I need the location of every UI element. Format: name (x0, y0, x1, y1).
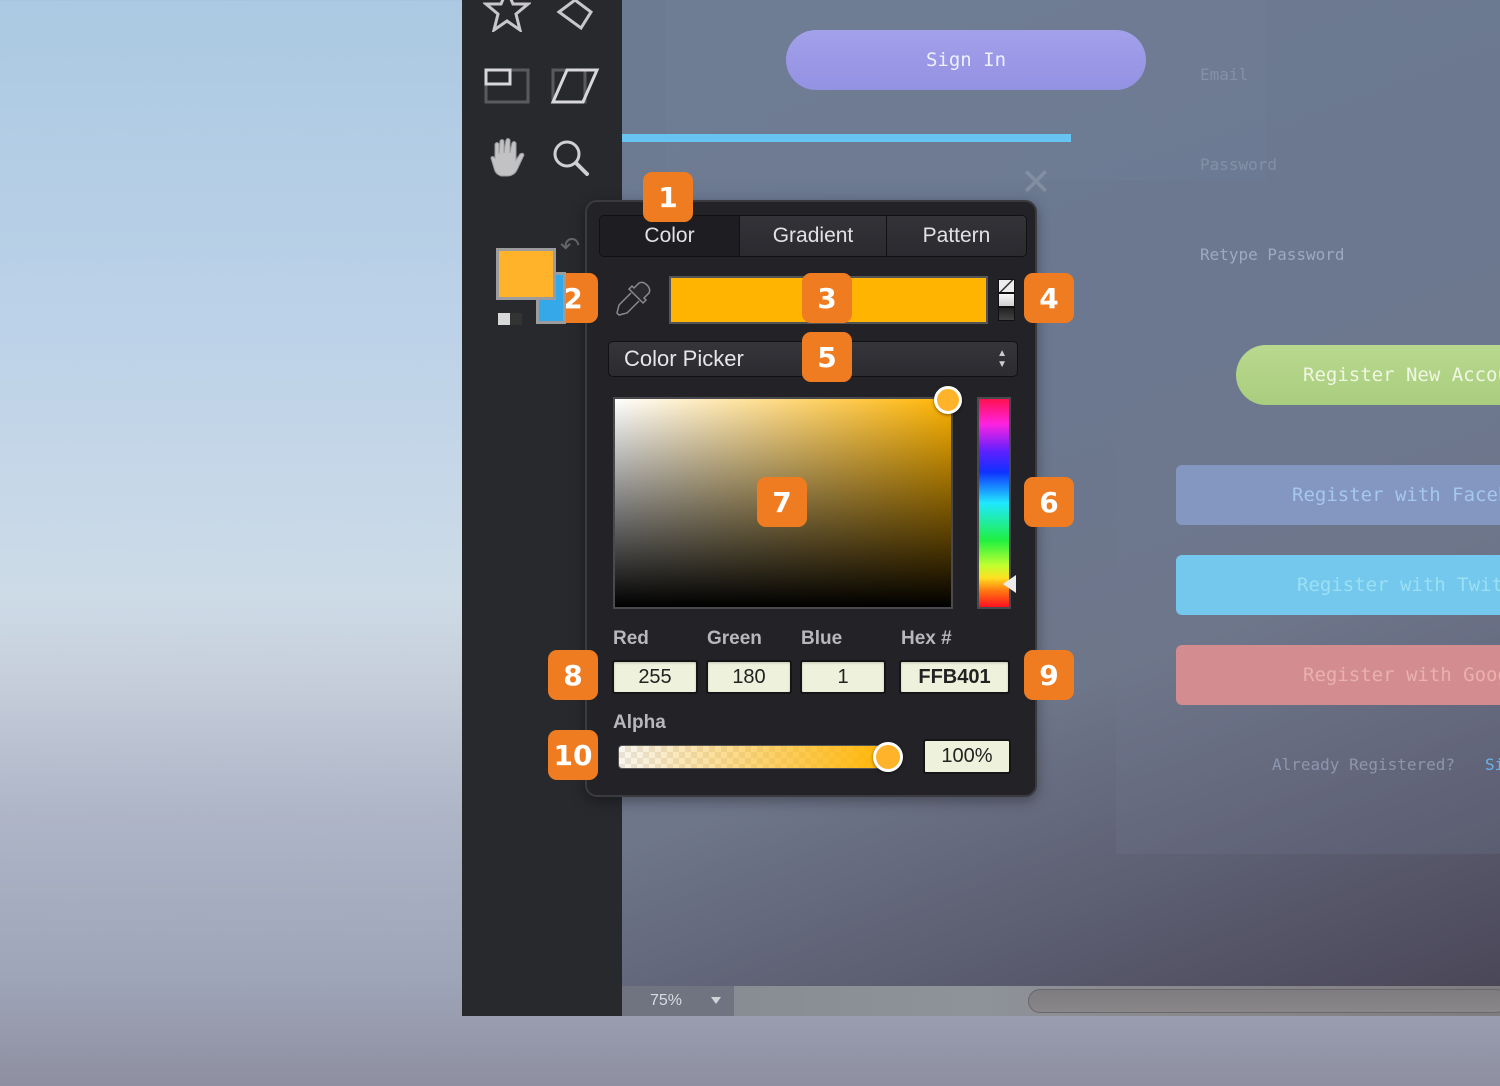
fill-color-swatch[interactable] (496, 248, 556, 300)
register-google-button[interactable]: Register with Google (1176, 645, 1500, 705)
star-tool-icon[interactable] (480, 0, 534, 32)
green-label: Green (707, 628, 762, 649)
password-field[interactable]: Password (1200, 155, 1277, 174)
tab-gradient[interactable]: Gradient (740, 216, 887, 256)
annotation-badge-5: 5 (802, 332, 852, 382)
blue-label: Blue (801, 628, 843, 649)
chevron-down-icon (711, 997, 721, 1004)
up-down-arrows-icon: ▲ ▼ (997, 348, 1007, 370)
white-fill-preset[interactable] (998, 293, 1015, 307)
tab-pattern[interactable]: Pattern (887, 216, 1026, 256)
hue-slider-pointer[interactable] (1003, 574, 1016, 593)
alpha-slider-handle[interactable] (873, 742, 903, 772)
annotation-badge-9: 9 (1024, 650, 1074, 700)
annotation-badge-1: 1 (643, 172, 693, 222)
blue-input[interactable]: 1 (800, 660, 886, 694)
tab-color[interactable]: Color (600, 216, 740, 256)
register-new-account-button[interactable]: Register New Account (1236, 345, 1500, 405)
zoom-level-select[interactable]: 75% (622, 986, 734, 1016)
sv-picker-handle[interactable] (934, 386, 962, 414)
retype-password-field[interactable]: Retype Password (1200, 245, 1345, 264)
status-bar: 75% (622, 986, 1500, 1016)
red-label: Red (613, 628, 649, 649)
default-colors-icon[interactable] (498, 313, 522, 325)
black-fill-preset[interactable] (998, 307, 1015, 321)
email-field[interactable]: Email (1200, 65, 1248, 84)
zoom-tool-icon[interactable] (544, 136, 598, 180)
red-input[interactable]: 255 (612, 660, 698, 694)
swap-colors-icon[interactable]: ↶ (560, 232, 580, 261)
hand-tool-icon[interactable] (480, 136, 534, 180)
no-fill-preset[interactable] (998, 279, 1015, 293)
annotation-badge-10: 10 (548, 730, 598, 780)
sign-in-button[interactable]: Sign In (786, 30, 1146, 90)
hex-input[interactable]: FFB401 (899, 660, 1010, 694)
green-input[interactable]: 180 (706, 660, 792, 694)
zoom-level-value: 75% (650, 992, 683, 1009)
alpha-label: Alpha (613, 712, 666, 733)
color-mode-value: Color Picker (624, 346, 744, 371)
horizontal-scrollbar[interactable] (1028, 989, 1500, 1013)
annotation-badge-7: 7 (757, 477, 807, 527)
already-registered-text: Already Registered? (1272, 755, 1456, 774)
hex-label: Hex # (901, 628, 952, 649)
diamond-tool-icon[interactable] (548, 0, 602, 36)
already-registered-row: Already Registered? Sign In (1272, 755, 1500, 774)
fill-presets (998, 279, 1015, 321)
canvas-panel (666, 0, 1266, 180)
register-twitter-button[interactable]: Register with Twitter (1176, 555, 1500, 615)
annotation-badge-4: 4 (1024, 273, 1074, 323)
eyedropper-icon[interactable] (613, 279, 653, 319)
skew-tool-icon[interactable] (548, 64, 602, 108)
annotation-badge-8: 8 (548, 650, 598, 700)
register-facebook-button[interactable]: Register with Facebook (1176, 465, 1500, 525)
sign-in-link[interactable]: Sign In (1485, 755, 1500, 774)
annotation-badge-3: 3 (802, 273, 852, 323)
annotation-badge-6: 6 (1024, 477, 1074, 527)
close-icon[interactable]: ✕ (1020, 160, 1052, 204)
alpha-input[interactable]: 100% (923, 739, 1011, 774)
tab-indicator-line (622, 134, 1071, 142)
frame-tool-icon[interactable] (480, 64, 534, 108)
alpha-slider[interactable] (618, 745, 893, 769)
